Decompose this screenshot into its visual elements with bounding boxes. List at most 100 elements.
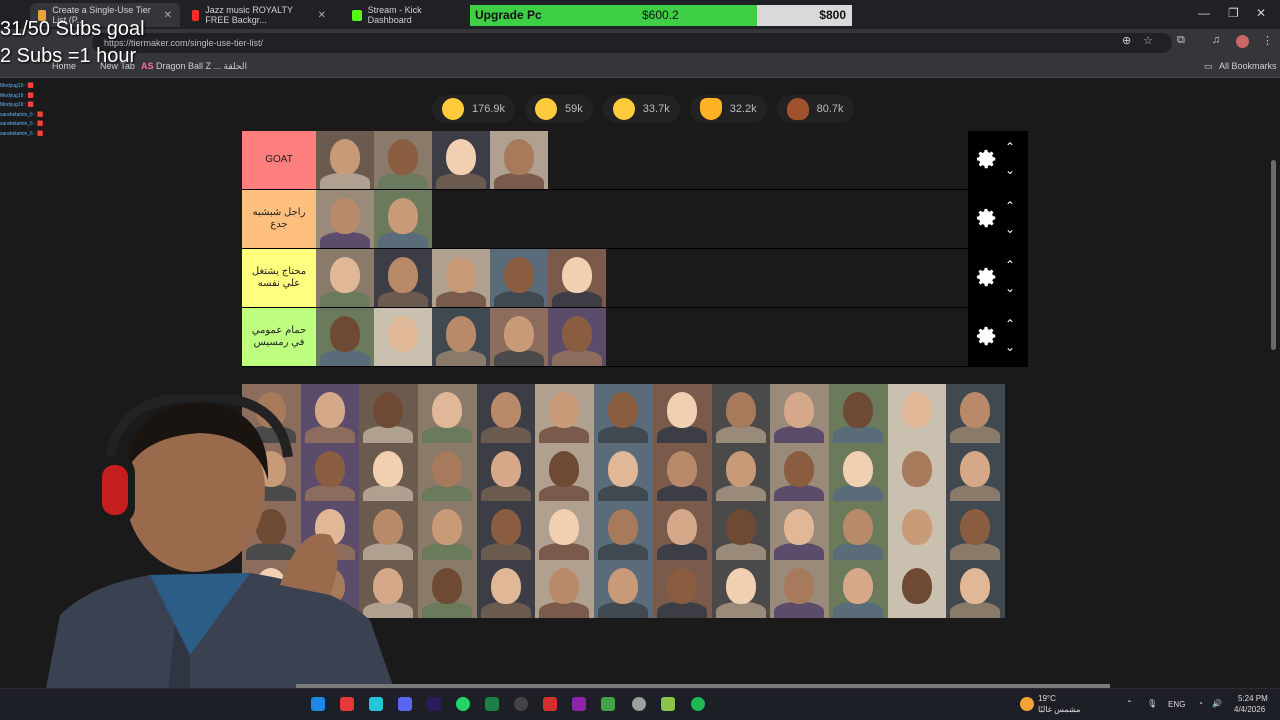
close-icon[interactable]: ✕	[318, 10, 326, 21]
character-thumbnail[interactable]	[594, 384, 653, 443]
move-down-icon[interactable]: ⌄	[1005, 340, 1015, 354]
extensions-icon[interactable]: ⧉	[1177, 34, 1185, 47]
tier-items[interactable]	[316, 249, 968, 307]
character-thumbnail[interactable]	[490, 308, 548, 366]
character-thumbnail[interactable]	[490, 131, 548, 189]
profile-avatar[interactable]	[1236, 35, 1249, 48]
tier-label[interactable]: راجل شبشبه جدع	[242, 190, 316, 248]
tier-label[interactable]: GOAT	[242, 131, 316, 189]
character-thumbnail[interactable]	[418, 559, 477, 618]
character-thumbnail[interactable]	[476, 384, 536, 443]
character-thumbnail[interactable]	[374, 249, 432, 307]
character-thumbnail[interactable]	[770, 559, 829, 618]
reaction-heart-eyes[interactable]: 59k	[525, 95, 593, 123]
reaction-poop[interactable]: 80.7k	[776, 95, 854, 123]
character-thumbnail[interactable]	[711, 442, 771, 501]
obs-icon[interactable]	[514, 697, 528, 711]
character-thumbnail[interactable]	[946, 384, 1005, 443]
move-up-icon[interactable]: ⌃	[1005, 258, 1015, 272]
tier-items[interactable]	[316, 131, 968, 189]
brave-icon[interactable]	[340, 697, 354, 711]
character-thumbnail[interactable]	[535, 384, 595, 443]
vertical-scrollbar[interactable]	[1271, 160, 1276, 350]
tier-label[interactable]: حمام عمومي في رمسيس	[242, 308, 316, 366]
character-thumbnail[interactable]	[316, 190, 374, 248]
notepad-icon[interactable]	[661, 697, 675, 711]
character-thumbnail[interactable]	[594, 559, 653, 618]
character-thumbnail[interactable]	[828, 384, 888, 443]
character-thumbnail[interactable]	[476, 442, 536, 501]
minecraft-icon[interactable]	[601, 697, 615, 711]
reaction-hands[interactable]: 32.2k	[689, 95, 767, 123]
character-thumbnail[interactable]	[316, 308, 374, 366]
character-thumbnail[interactable]	[946, 559, 1005, 618]
reaction-grin[interactable]: 176.9k	[432, 95, 516, 123]
character-thumbnail[interactable]	[946, 501, 1005, 560]
character-thumbnail[interactable]	[652, 384, 712, 443]
media-icon[interactable]: ♫	[1212, 34, 1220, 46]
character-thumbnail[interactable]	[535, 442, 595, 501]
settings-icon[interactable]	[632, 697, 646, 711]
zoom-icon[interactable]: ⊕	[1122, 34, 1131, 47]
character-thumbnail[interactable]	[711, 559, 771, 618]
star-icon[interactable]: ☆	[1143, 34, 1153, 47]
character-thumbnail[interactable]	[548, 308, 606, 366]
language-indicator[interactable]: ENG	[1168, 700, 1185, 709]
gear-icon[interactable]	[976, 207, 998, 229]
gear-icon[interactable]	[976, 325, 998, 347]
app-icon[interactable]	[572, 697, 586, 711]
restore-icon[interactable]: ❐	[1228, 6, 1239, 20]
character-thumbnail[interactable]	[887, 501, 947, 560]
excel-icon[interactable]	[485, 697, 499, 711]
character-thumbnail[interactable]	[887, 384, 947, 443]
character-thumbnail[interactable]	[476, 559, 536, 618]
discord-icon[interactable]	[398, 697, 412, 711]
character-thumbnail[interactable]	[476, 501, 536, 560]
bookmark-dbz[interactable]: Dragon Ball Z ... الحلقة	[156, 61, 247, 72]
move-down-icon[interactable]: ⌄	[1005, 222, 1015, 236]
character-thumbnail[interactable]	[711, 384, 771, 443]
character-thumbnail[interactable]	[887, 559, 947, 618]
minimize-icon[interactable]: —	[1198, 6, 1210, 20]
character-thumbnail[interactable]	[828, 442, 888, 501]
clock-time[interactable]: 5:24 PM	[1238, 694, 1268, 703]
character-thumbnail[interactable]	[828, 559, 888, 618]
weather-icon[interactable]	[1020, 697, 1034, 711]
character-thumbnail[interactable]	[374, 190, 432, 248]
character-thumbnail[interactable]	[770, 501, 829, 560]
tier-items[interactable]	[316, 190, 968, 248]
move-up-icon[interactable]: ⌃	[1005, 140, 1015, 154]
character-thumbnail[interactable]	[432, 131, 490, 189]
tier-label[interactable]: محتاج يشتغل علي نفسه	[242, 249, 316, 307]
menu-icon[interactable]: ⋮	[1262, 34, 1273, 47]
move-up-icon[interactable]: ⌃	[1005, 317, 1015, 331]
volume-icon[interactable]: 🔊	[1212, 699, 1222, 708]
character-thumbnail[interactable]	[535, 559, 595, 618]
character-thumbnail[interactable]	[432, 308, 490, 366]
app-icon[interactable]	[311, 697, 325, 711]
clock-date[interactable]: 4/4/2026	[1234, 705, 1265, 714]
character-thumbnail[interactable]	[316, 249, 374, 307]
tab-kick[interactable]: Stream - Kick Dashboard	[344, 3, 464, 27]
gear-icon[interactable]	[976, 148, 998, 170]
character-thumbnail[interactable]	[418, 384, 477, 443]
bookmark-all[interactable]: All Bookmarks	[1219, 61, 1277, 71]
close-icon[interactable]: ✕	[164, 10, 172, 21]
character-thumbnail[interactable]	[418, 501, 477, 560]
mic-icon[interactable]: 🎙	[1147, 699, 1157, 708]
tier-items[interactable]	[316, 308, 968, 366]
character-thumbnail[interactable]	[374, 308, 432, 366]
character-thumbnail[interactable]	[652, 559, 712, 618]
chevron-up-icon[interactable]: ⌃	[1126, 699, 1133, 708]
move-up-icon[interactable]: ⌃	[1005, 199, 1015, 213]
wifi-icon[interactable]: ◔	[1198, 699, 1203, 708]
spotify-icon[interactable]	[691, 697, 705, 711]
character-thumbnail[interactable]	[535, 501, 595, 560]
character-thumbnail[interactable]	[887, 442, 947, 501]
character-thumbnail[interactable]	[548, 249, 606, 307]
character-thumbnail[interactable]	[418, 442, 477, 501]
app-icon[interactable]	[543, 697, 557, 711]
gear-icon[interactable]	[976, 266, 998, 288]
character-thumbnail[interactable]	[770, 442, 829, 501]
character-thumbnail[interactable]	[490, 249, 548, 307]
